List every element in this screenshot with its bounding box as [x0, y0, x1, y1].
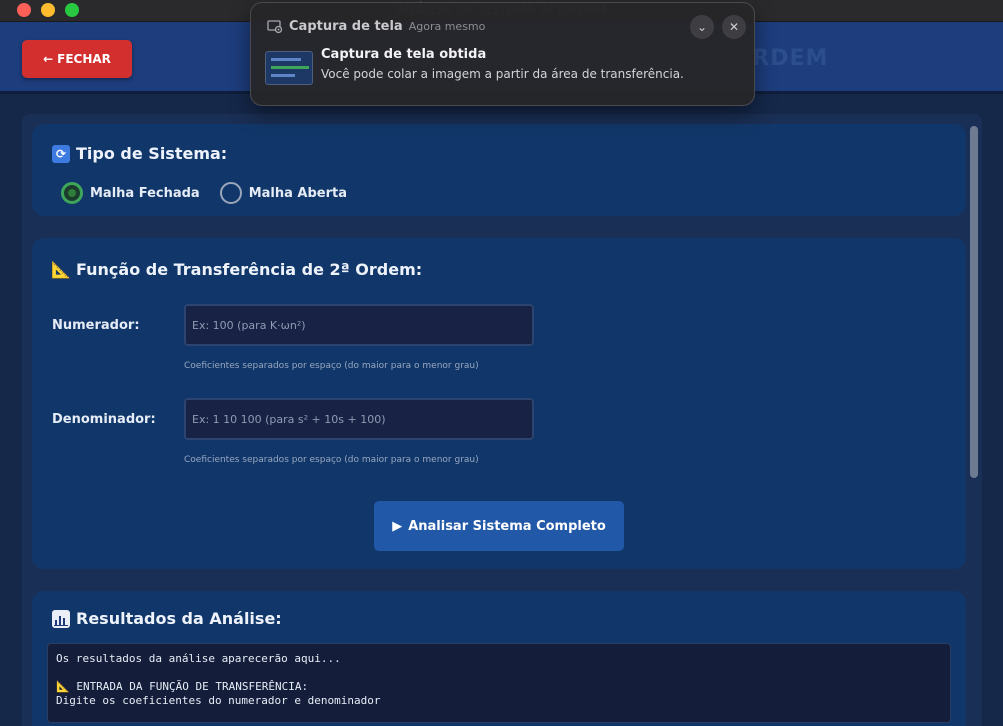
radio-closed-loop[interactable]: Malha Fechada: [61, 182, 200, 204]
numerator-hint: Coeficientes separados por espaço (do ma…: [184, 361, 479, 371]
denominator-input[interactable]: [184, 398, 534, 440]
notification-header: Captura de tela Agora mesmo: [267, 19, 485, 34]
transfer-function-card: 📐 Função de Transferência de 2ª Ordem: N…: [32, 238, 966, 569]
radio-open-loop-indicator[interactable]: [219, 182, 242, 204]
notification-title: Captura de tela obtida: [321, 47, 487, 62]
play-icon: ▶: [392, 518, 403, 534]
numerator-input[interactable]: [184, 304, 534, 346]
radio-open-loop-label: Malha Aberta: [248, 185, 348, 201]
analyze-system-button[interactable]: ▶ Analisar Sistema Completo: [374, 501, 624, 551]
system-type-title: Tipo de Sistema:: [76, 144, 228, 163]
system-type-heading: ⟳ Tipo de Sistema:: [52, 144, 227, 163]
radio-closed-loop-label: Malha Fechada: [90, 185, 200, 201]
scrollbar-thumb[interactable]: [970, 126, 978, 478]
screenshot-thumbnail[interactable]: [265, 51, 313, 85]
system-type-radio-group: Malha Fechada Malha Aberta: [61, 182, 347, 204]
refresh-icon: ⟳: [52, 144, 70, 163]
radio-closed-loop-indicator[interactable]: [61, 182, 83, 204]
results-heading: Resultados da Análise:: [52, 609, 282, 628]
bar-chart-icon: [52, 609, 70, 628]
system-type-card: ⟳ Tipo de Sistema: Malha Fechada Malha A…: [32, 124, 966, 216]
screenshot-app-icon: [267, 19, 283, 33]
analyze-system-label: Analisar Sistema Completo: [408, 518, 606, 534]
results-card: Resultados da Análise: Os resultados da …: [32, 591, 966, 726]
denominator-label: Denominador:: [52, 412, 156, 427]
notification-time: Agora mesmo: [408, 20, 486, 33]
notification-app-name: Captura de tela: [289, 19, 403, 34]
scroll-content[interactable]: ⟳ Tipo de Sistema: Malha Fechada Malha A…: [22, 114, 982, 726]
denominator-hint: Coeficientes separados por espaço (do ma…: [184, 455, 479, 465]
transfer-function-heading: 📐 Função de Transferência de 2ª Ordem:: [51, 260, 423, 279]
numerator-label: Numerador:: [52, 318, 140, 333]
notification-body: Você pode colar a imagem a partir da áre…: [321, 67, 684, 81]
triangular-ruler-icon: 📐: [51, 260, 71, 279]
close-icon[interactable]: ✕: [722, 15, 746, 39]
chevron-down-icon[interactable]: ⌄: [690, 15, 714, 39]
screenshot-notification[interactable]: Captura de tela Agora mesmo Captura de t…: [250, 2, 755, 106]
radio-open-loop[interactable]: Malha Aberta: [219, 182, 348, 204]
transfer-function-title: Função de Transferência de 2ª Ordem:: [76, 260, 423, 279]
results-title: Resultados da Análise:: [76, 609, 282, 628]
results-output[interactable]: Os resultados da análise aparecerão aqui…: [47, 643, 951, 723]
